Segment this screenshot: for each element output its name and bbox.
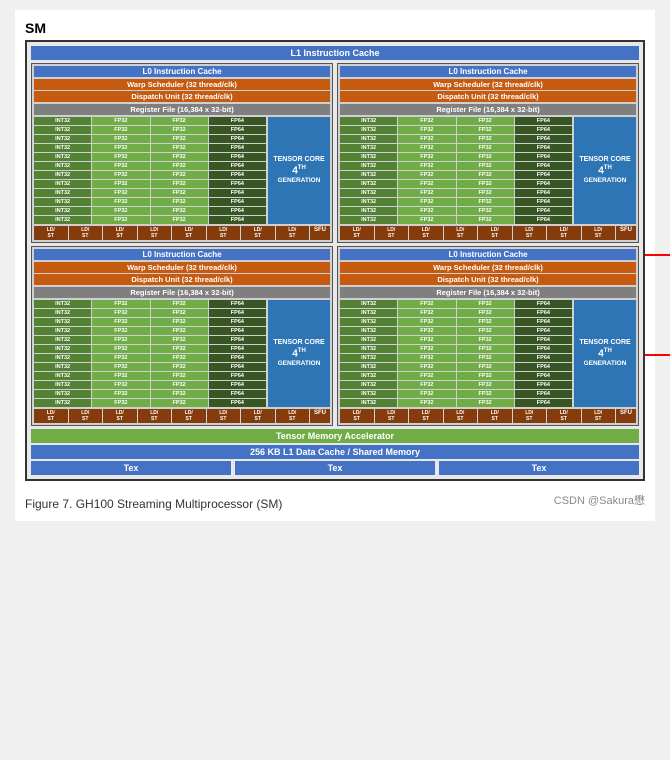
- top-right-units: INT32FP32FP32FP64 INT32FP32FP32FP64 INT3…: [340, 117, 572, 224]
- bottom-left-units: INT32FP32FP32FP64 INT32FP32FP32FP64 INT3…: [34, 300, 266, 407]
- bottom-left-compute: INT32FP32FP32FP64 INT32FP32FP32FP64 INT3…: [34, 300, 330, 407]
- bottom-right-units: INT32FP32FP32FP64 INT32FP32FP32FP64 INT3…: [340, 300, 572, 407]
- arrow-l1-cache: [645, 340, 670, 370]
- top-right-regfile: Register File (16,384 x 32-bit): [340, 104, 636, 115]
- top-left-units: INT32FP32FP32FP64 INT32FP32FP32FP64 INT3…: [34, 117, 266, 224]
- bottom-left-ldst-row: LD/ST LD/ST LD/ST LD/ST LD/ST LD/ST LD/S…: [34, 409, 330, 423]
- sm-label: SM: [25, 20, 645, 36]
- top-left-warp: Warp Scheduler (32 thread/clk): [34, 79, 330, 90]
- bottom-right-sfu: SFU: [616, 409, 636, 423]
- top-left-tensor-core: TENSOR CORE 4TH GENERATION: [268, 117, 330, 224]
- bottom-right-l0: L0 Instruction Cache: [340, 249, 636, 260]
- tensor-memory-accelerator: Tensor Memory Accelerator: [31, 429, 639, 443]
- top-right-sfu: SFU: [616, 226, 636, 240]
- tex-unit-2: Tex: [235, 461, 435, 475]
- annotations: 第四代张量核心 L1数据cache与 共享内存结合: [645, 240, 670, 370]
- bottom-left-quadrant: L0 Instruction Cache Warp Scheduler (32 …: [31, 246, 333, 426]
- top-right-tensor-core: TENSOR CORE 4TH GENERATION: [574, 117, 636, 224]
- bottom-left-dispatch: Dispatch Unit (32 thread/clk): [34, 274, 330, 285]
- tex-row: Tex Tex Tex: [31, 461, 639, 475]
- top-left-dispatch: Dispatch Unit (32 thread/clk): [34, 91, 330, 102]
- top-right-quadrant: L0 Instruction Cache Warp Scheduler (32 …: [337, 63, 639, 243]
- figure-caption: Figure 7. GH100 Streaming Multiprocessor…: [25, 497, 282, 511]
- top-left-ldst-row: LD/ST LD/ST LD/ST LD/ST LD/ST LD/ST LD/S…: [34, 226, 330, 240]
- top-right-compute: INT32FP32FP32FP64 INT32FP32FP32FP64 INT3…: [340, 117, 636, 224]
- top-two-col: L0 Instruction Cache Warp Scheduler (32 …: [31, 63, 639, 243]
- csdn-label: CSDN @Sakura懋: [554, 492, 645, 508]
- arrow-tensor-core: [645, 240, 670, 270]
- bottom-left-l0: L0 Instruction Cache: [34, 249, 330, 260]
- page-wrapper: SM L1 Instruction Cache L0 Instruction C…: [15, 10, 655, 521]
- top-left-regfile: Register File (16,384 x 32-bit): [34, 104, 330, 115]
- bottom-right-dispatch: Dispatch Unit (32 thread/clk): [340, 274, 636, 285]
- top-right-warp: Warp Scheduler (32 thread/clk): [340, 79, 636, 90]
- bottom-left-sfu: SFU: [310, 409, 330, 423]
- bottom-right-ldst-row: LD/ST LD/ST LD/ST LD/ST LD/ST LD/ST LD/S…: [340, 409, 636, 423]
- l1-data-cache: 256 KB L1 Data Cache / Shared Memory: [31, 445, 639, 459]
- sm-diagram: L1 Instruction Cache L0 Instruction Cach…: [25, 40, 645, 481]
- top-left-compute: INT32FP32FP32FP64 INT32FP32FP32FP64 INT3…: [34, 117, 330, 224]
- top-right-ldst-row: LD/ST LD/ST LD/ST LD/ST LD/ST LD/ST LD/S…: [340, 226, 636, 240]
- top-right-dispatch: Dispatch Unit (32 thread/clk): [340, 91, 636, 102]
- l1-instruction-cache: L1 Instruction Cache: [31, 46, 639, 60]
- top-right-l0: L0 Instruction Cache: [340, 66, 636, 77]
- top-left-sfu: SFU: [310, 226, 330, 240]
- bottom-right-regfile: Register File (16,384 x 32-bit): [340, 287, 636, 298]
- bottom-right-tensor-core: TENSOR CORE 4TH GENERATION: [574, 300, 636, 407]
- tex-unit-3: Tex: [439, 461, 639, 475]
- bottom-left-tensor-core: TENSOR CORE 4TH GENERATION: [268, 300, 330, 407]
- bottom-left-warp: Warp Scheduler (32 thread/clk): [34, 262, 330, 273]
- top-left-quadrant: L0 Instruction Cache Warp Scheduler (32 …: [31, 63, 333, 243]
- tex-unit-1: Tex: [31, 461, 231, 475]
- bottom-right-quadrant: L0 Instruction Cache Warp Scheduler (32 …: [337, 246, 639, 426]
- bottom-right-compute: INT32FP32FP32FP64 INT32FP32FP32FP64 INT3…: [340, 300, 636, 407]
- top-left-l0: L0 Instruction Cache: [34, 66, 330, 77]
- bottom-right-warp: Warp Scheduler (32 thread/clk): [340, 262, 636, 273]
- bottom-two-col: L0 Instruction Cache Warp Scheduler (32 …: [31, 246, 639, 426]
- bottom-left-regfile: Register File (16,384 x 32-bit): [34, 287, 330, 298]
- figure-caption-row: Figure 7. GH100 Streaming Multiprocessor…: [25, 489, 645, 511]
